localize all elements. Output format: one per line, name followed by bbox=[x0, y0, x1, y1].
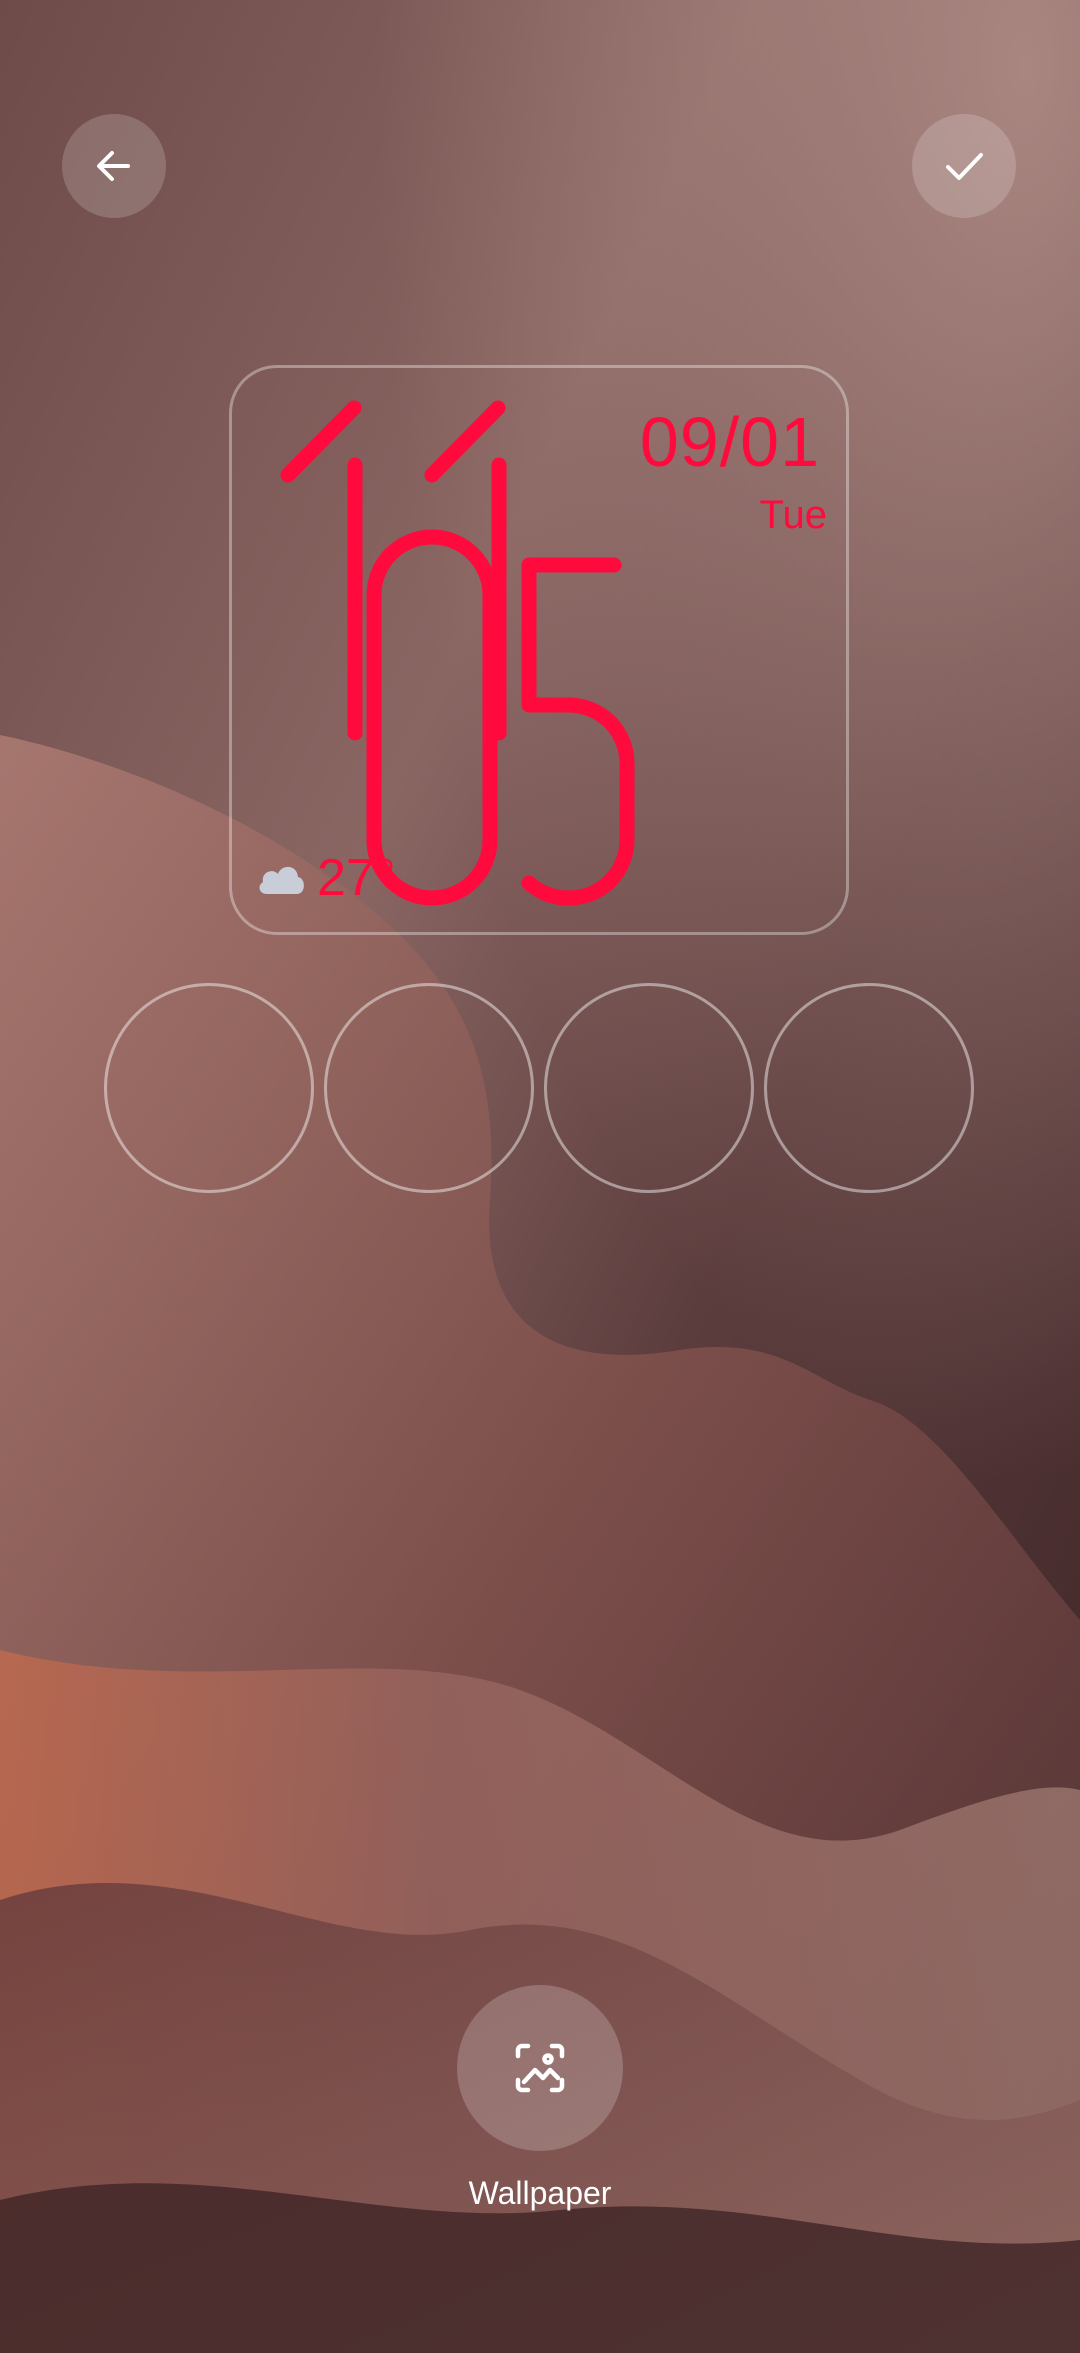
wallpaper-button[interactable] bbox=[457, 1985, 623, 2151]
date-label: 09/01 bbox=[639, 403, 820, 481]
minute-digit-0 bbox=[366, 529, 498, 906]
weather-info: 27° bbox=[255, 848, 396, 908]
checkmark-icon bbox=[946, 153, 983, 180]
confirm-button[interactable] bbox=[912, 114, 1016, 218]
shortcut-slot-1[interactable] bbox=[104, 983, 314, 1193]
shortcut-slot-4[interactable] bbox=[764, 983, 974, 1193]
day-label: Tue bbox=[759, 493, 827, 537]
shortcut-slot-2[interactable] bbox=[324, 983, 534, 1193]
temperature-label: 27° bbox=[317, 849, 396, 907]
wallpaper-label: Wallpaper bbox=[468, 2175, 612, 2211]
shortcut-slot-3[interactable] bbox=[544, 983, 754, 1193]
back-button[interactable] bbox=[62, 114, 166, 218]
cloud-icon bbox=[259, 866, 304, 894]
minute-digit-5 bbox=[521, 557, 635, 906]
hour-digit-1 bbox=[280, 400, 363, 741]
image-edit-icon bbox=[515, 2043, 565, 2093]
arrow-left-icon bbox=[97, 151, 130, 181]
